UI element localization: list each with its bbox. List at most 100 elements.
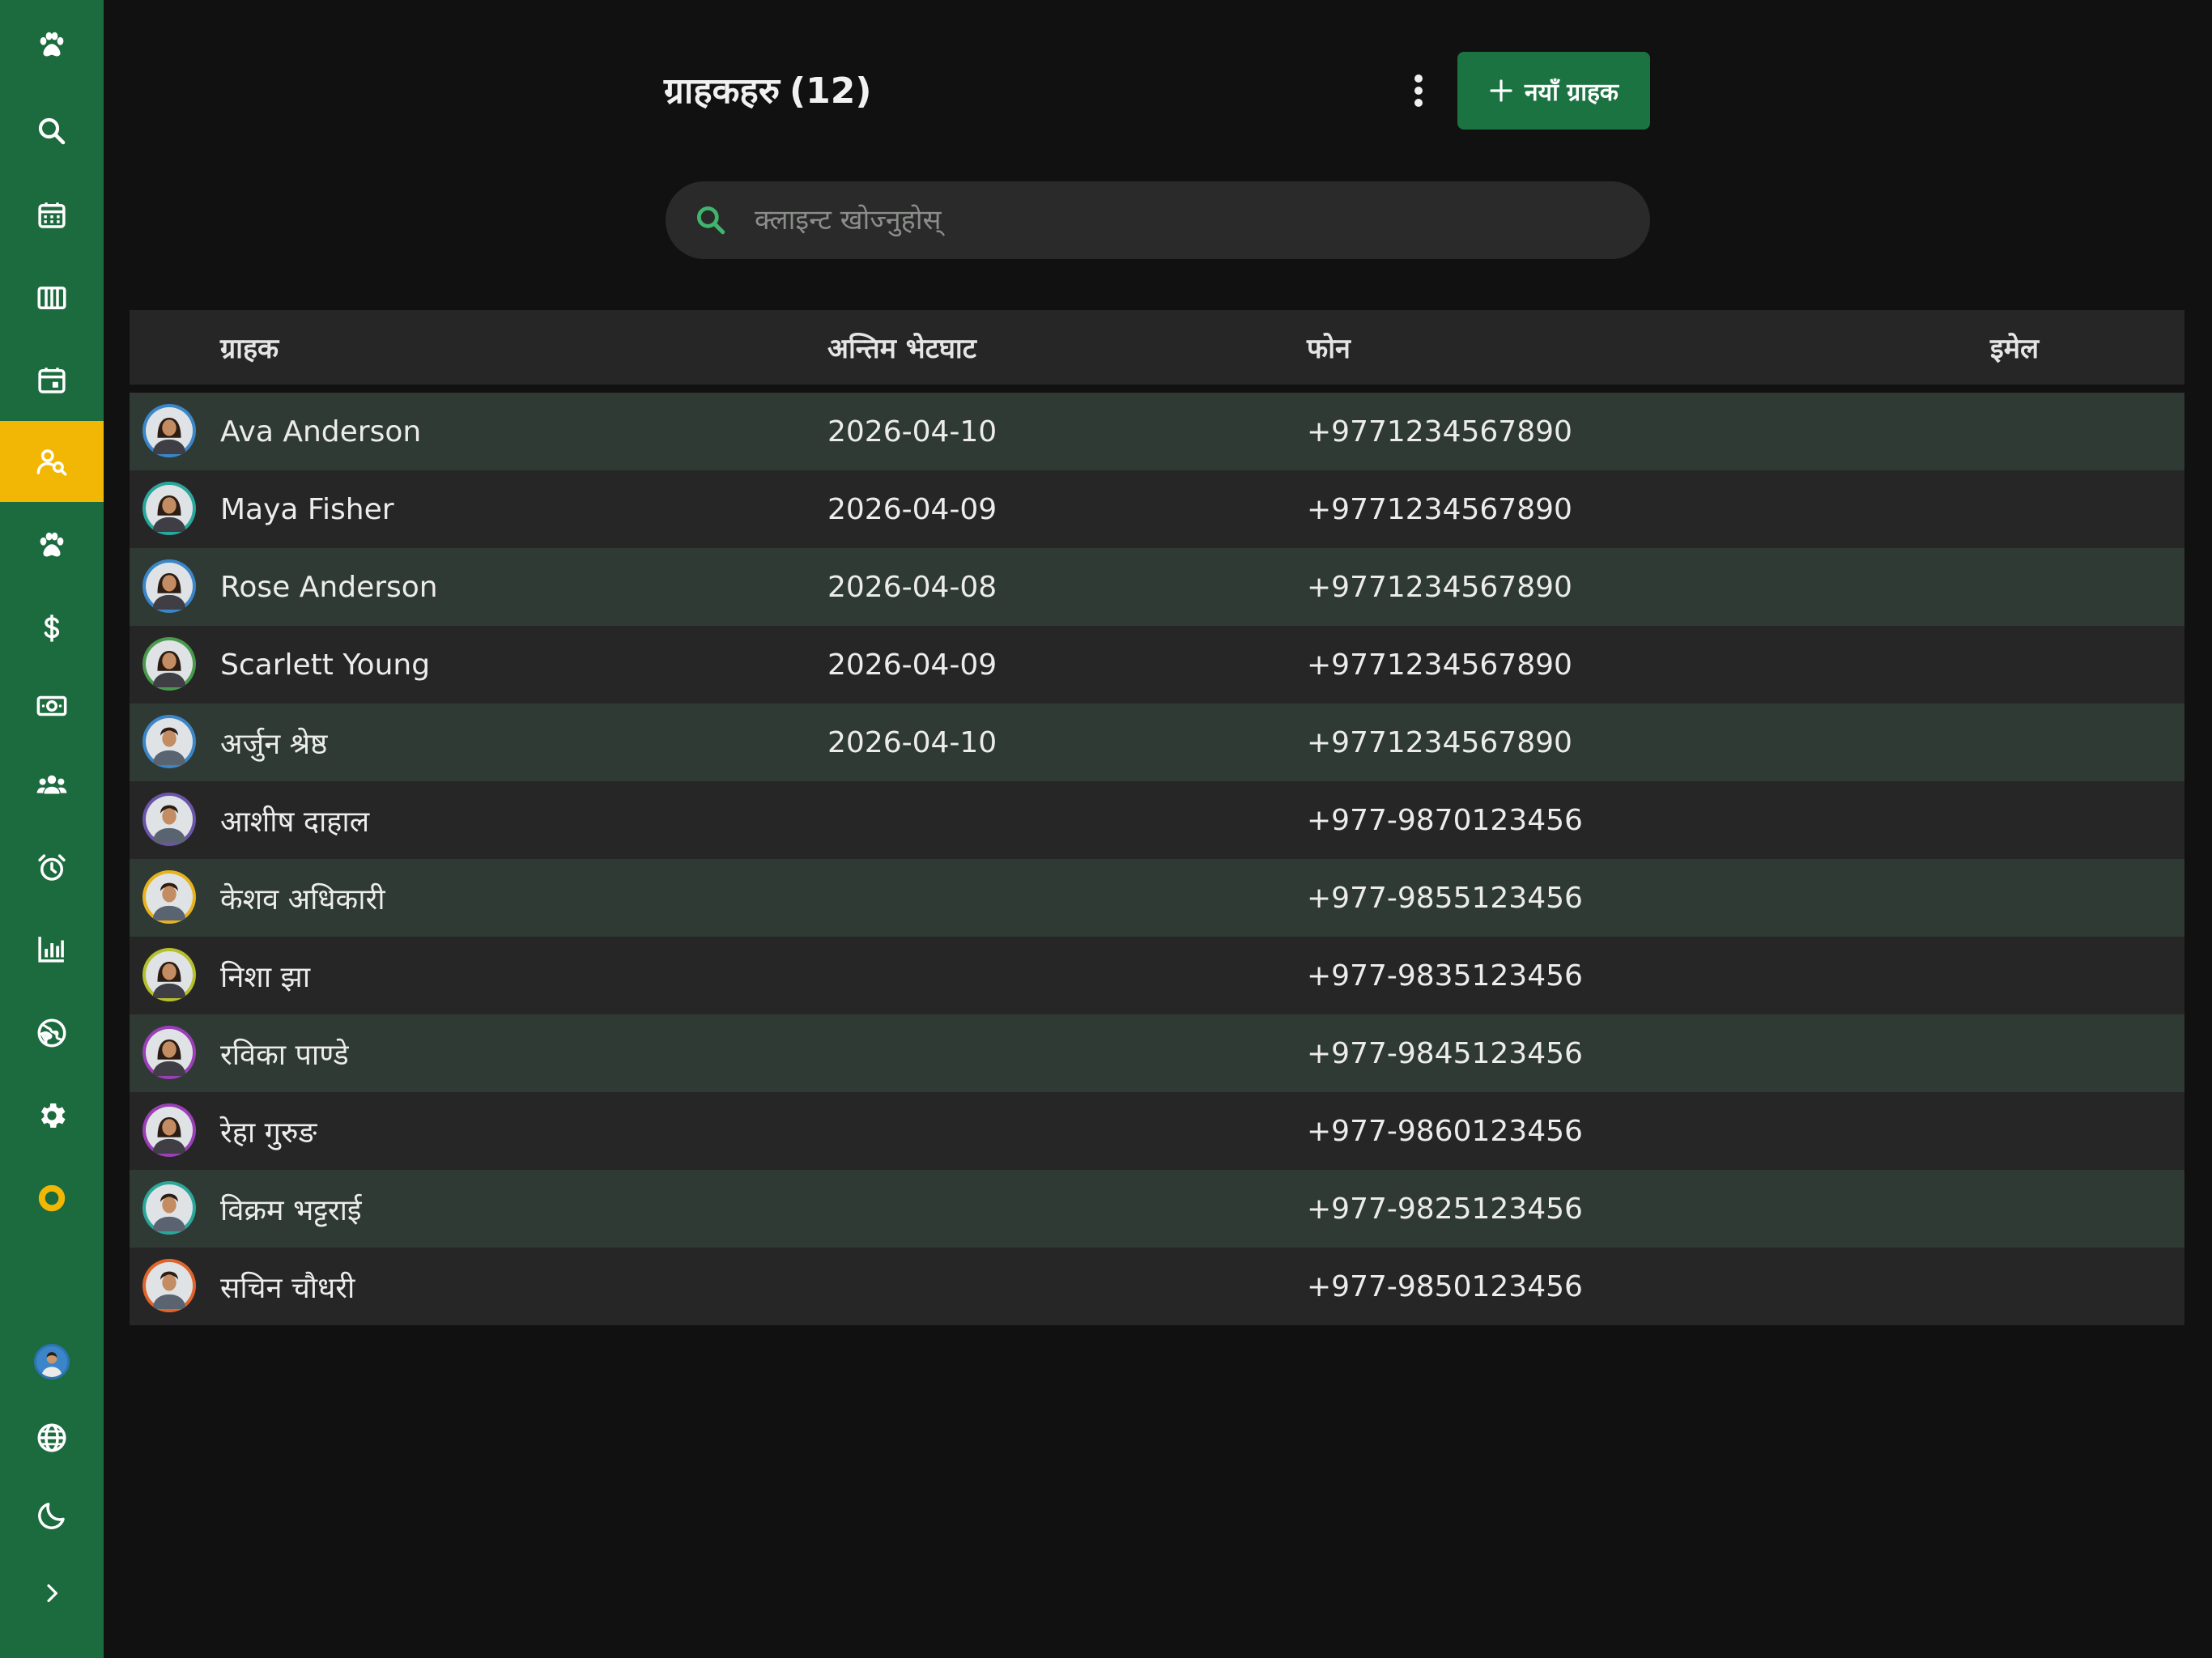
client-name: सचिन चौधरी <box>220 1271 355 1305</box>
client-phone: +977-9850123456 <box>1307 1269 1583 1303</box>
client-phone: +977-9825123456 <box>1307 1192 1583 1226</box>
column-header-email[interactable]: इमेल <box>1990 310 2039 385</box>
plus-icon <box>1490 79 1512 102</box>
paw-icon <box>40 532 64 557</box>
sidebar-item-clients[interactable] <box>0 421 104 502</box>
more-vertical-icon <box>1414 74 1423 107</box>
client-name: निशा झा <box>220 960 311 994</box>
sidebar-item-staff[interactable] <box>0 745 104 826</box>
table-row[interactable]: अर्जुन श्रेष्ठ 2026-04-10 +9771234567890 <box>130 704 2184 781</box>
client-phone: +9771234567890 <box>1307 648 1572 682</box>
client-avatar <box>143 637 196 691</box>
table-row[interactable]: रविका पाण्डे +977-9845123456 <box>130 1014 2184 1092</box>
table-row[interactable]: निशा झा +977-9835123456 <box>130 937 2184 1014</box>
client-phone: +977-9860123456 <box>1307 1114 1583 1148</box>
sidebar-item-pets-2[interactable] <box>0 505 104 586</box>
column-header-last-visit[interactable]: अन्तिम भेटघाट <box>827 310 976 385</box>
team-icon <box>36 775 67 794</box>
client-avatar <box>143 1026 196 1079</box>
column-header-phone[interactable]: फोन <box>1307 310 1351 385</box>
cash-icon <box>36 695 67 716</box>
table-row[interactable]: विक्रम भट्टराई +977-9825123456 <box>130 1170 2184 1248</box>
more-options-button[interactable] <box>1402 68 1435 113</box>
client-name: रेहा गुरुङ <box>220 1116 317 1150</box>
sidebar-item-payments[interactable] <box>0 665 104 746</box>
new-client-button[interactable]: नयाँ ग्राहक <box>1457 52 1650 130</box>
sidebar-expand[interactable] <box>0 1553 104 1634</box>
client-last-visit: 2026-04-10 <box>827 414 998 449</box>
client-last-visit: 2026-04-09 <box>827 492 998 526</box>
client-last-visit: 2026-04-10 <box>827 725 998 759</box>
page-title: ग्राहकहरु (12) <box>664 66 872 117</box>
client-avatar <box>143 1259 196 1312</box>
donut-icon <box>38 1184 66 1212</box>
table-row[interactable]: केशव अधिकारी +977-9855123456 <box>130 859 2184 937</box>
column-header-client[interactable]: ग्राहक <box>220 310 279 385</box>
client-name: Maya Fisher <box>220 492 394 526</box>
client-search-input[interactable] <box>753 203 1627 237</box>
client-phone: +9771234567890 <box>1307 492 1572 526</box>
sidebar-item-reminders[interactable] <box>0 827 104 908</box>
alarm-icon <box>38 854 66 881</box>
client-phone: +977-9870123456 <box>1307 803 1583 837</box>
table-row[interactable]: आशीष दाहाल +977-9870123456 <box>130 781 2184 859</box>
globe-icon <box>37 1018 66 1048</box>
client-last-visit: 2026-04-08 <box>827 570 998 604</box>
paw-icon <box>40 32 64 57</box>
sidebar-item-status[interactable] <box>0 1158 104 1239</box>
table-row[interactable]: Scarlett Young 2026-04-09 +9771234567890 <box>130 626 2184 704</box>
client-avatar <box>143 1181 196 1235</box>
client-last-visit: 2026-04-09 <box>827 648 998 682</box>
sidebar-item-reports[interactable] <box>0 908 104 989</box>
gear-icon <box>40 1103 66 1129</box>
table-row[interactable]: रेहा गुरुङ +977-9860123456 <box>130 1092 2184 1170</box>
sidebar-theme-toggle[interactable] <box>0 1475 104 1556</box>
client-phone: +9771234567890 <box>1307 570 1572 604</box>
bar-chart-icon <box>38 937 64 963</box>
sidebar-item-calendar[interactable] <box>0 175 104 256</box>
sidebar-item-search[interactable] <box>0 91 104 172</box>
table-row[interactable]: सचिन चौधरी +977-9850123456 <box>130 1248 2184 1325</box>
client-count: (12) <box>789 70 872 112</box>
sidebar-item-pets[interactable] <box>0 5 104 86</box>
table-row[interactable]: Rose Anderson 2026-04-08 +9771234567890 <box>130 548 2184 626</box>
sidebar-user-profile[interactable] <box>0 1321 104 1402</box>
columns-icon <box>37 287 66 309</box>
client-avatar <box>143 948 196 1001</box>
client-name: आशीष दाहाल <box>220 805 370 839</box>
user-avatar <box>34 1344 70 1380</box>
language-globe-icon <box>37 1423 66 1452</box>
client-avatar <box>143 715 196 768</box>
client-avatar <box>143 793 196 846</box>
sidebar-item-settings[interactable] <box>0 1075 104 1156</box>
client-phone: +977-9845123456 <box>1307 1036 1583 1070</box>
client-search-bar[interactable] <box>666 181 1650 259</box>
search-icon <box>38 117 66 145</box>
client-avatar <box>143 482 196 535</box>
table-row[interactable]: Ava Anderson 2026-04-10 +9771234567890 <box>130 393 2184 470</box>
sidebar <box>0 0 104 1658</box>
client-avatar <box>143 870 196 924</box>
table-row[interactable]: Maya Fisher 2026-04-09 +9771234567890 <box>130 470 2184 548</box>
sidebar-item-board[interactable] <box>0 257 104 338</box>
client-name: अर्जुन श्रेष्ठ <box>220 727 328 761</box>
client-avatar <box>143 559 196 613</box>
client-name: विक्रम भट्टराई <box>220 1193 362 1227</box>
client-name: Ava Anderson <box>220 414 422 449</box>
client-name: रविका पाण्डे <box>220 1038 349 1072</box>
sidebar-item-online[interactable] <box>0 993 104 1073</box>
sidebar-item-billing[interactable] <box>0 588 104 669</box>
moon-icon <box>38 1503 65 1529</box>
client-phone: +977-9855123456 <box>1307 881 1583 915</box>
client-avatar <box>143 1103 196 1157</box>
clients-table: ग्राहक अन्तिम भेटघाट फोन इमेल Ava Anders… <box>130 310 2184 1325</box>
client-phone: +9771234567890 <box>1307 414 1572 449</box>
chevron-right-icon <box>47 1584 57 1602</box>
sidebar-language[interactable] <box>0 1397 104 1478</box>
client-phone: +9771234567890 <box>1307 725 1572 759</box>
client-phone: +977-9835123456 <box>1307 959 1583 993</box>
calendar-day-icon <box>38 368 66 393</box>
sidebar-item-appointments[interactable] <box>0 340 104 421</box>
client-name: केशव अधिकारी <box>220 882 385 916</box>
dollar-icon <box>44 614 60 642</box>
